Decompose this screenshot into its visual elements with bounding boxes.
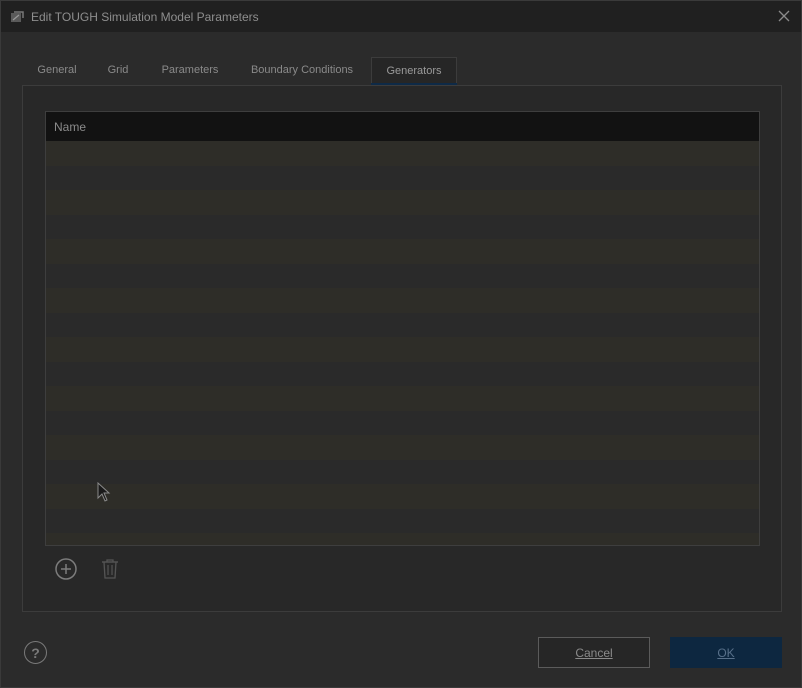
table-row <box>46 484 759 509</box>
help-icon: ? <box>31 644 40 661</box>
close-icon <box>778 10 790 22</box>
add-button[interactable] <box>53 556 79 582</box>
table-row <box>46 508 759 533</box>
title-bar: Edit TOUGH Simulation Model Parameters <box>1 1 801 32</box>
cancel-label: Cancel <box>575 645 613 660</box>
add-circle-icon <box>55 558 77 580</box>
tab-general[interactable]: General <box>28 57 86 85</box>
tab-label: Generators <box>386 65 442 77</box>
table-row <box>46 533 759 545</box>
table-row <box>46 288 759 313</box>
tab-label: Grid <box>107 64 129 76</box>
trash-icon <box>102 559 118 579</box>
tab-label: General <box>37 64 77 76</box>
table-row <box>46 214 759 239</box>
ok-label: OK <box>717 645 735 660</box>
cancel-button[interactable]: Cancel <box>538 637 650 668</box>
tab-bar: General Grid Parameters Boundary Conditi… <box>23 57 783 86</box>
window-title: Edit TOUGH Simulation Model Parameters <box>31 10 259 24</box>
table-row <box>46 459 759 484</box>
table-row <box>46 312 759 337</box>
table-row <box>46 410 759 435</box>
tab-label: Boundary Conditions <box>250 64 354 76</box>
table-row <box>46 337 759 362</box>
tab-boundary-conditions[interactable]: Boundary Conditions <box>243 57 361 85</box>
tab-parameters[interactable]: Parameters <box>151 57 229 85</box>
generators-table[interactable]: Name <box>45 111 760 546</box>
tab-label: Parameters <box>161 64 219 76</box>
tab-generators[interactable]: Generators <box>371 57 457 86</box>
table-row <box>46 435 759 460</box>
table-body <box>46 141 759 545</box>
table-row <box>46 141 759 166</box>
ok-button[interactable]: OK <box>670 637 782 668</box>
help-button[interactable]: ? <box>24 641 47 664</box>
tab-grid[interactable]: Grid <box>99 57 137 85</box>
table-row <box>46 165 759 190</box>
table-row <box>46 239 759 264</box>
column-header-name[interactable]: Name <box>54 120 86 134</box>
table-header: Name <box>46 112 759 141</box>
table-row <box>46 190 759 215</box>
delete-button[interactable] <box>97 556 123 582</box>
app-icon <box>11 11 24 22</box>
generators-panel: Name <box>22 85 782 612</box>
table-row <box>46 361 759 386</box>
dialog-window: Edit TOUGH Simulation Model Parameters G… <box>0 0 802 688</box>
close-button[interactable] <box>771 4 797 28</box>
table-row <box>46 386 759 411</box>
table-row <box>46 263 759 288</box>
mouse-cursor-icon <box>97 482 111 502</box>
